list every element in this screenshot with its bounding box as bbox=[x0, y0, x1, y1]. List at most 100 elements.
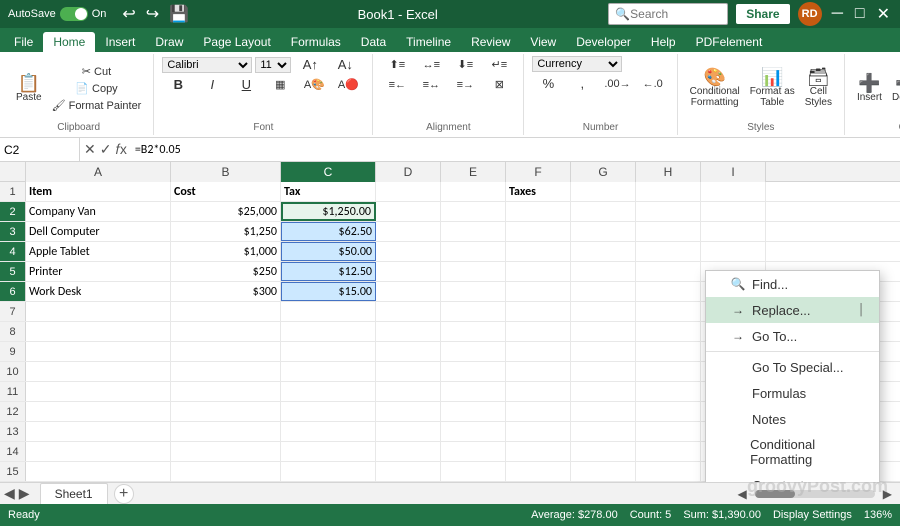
dropdown-item-formulas[interactable]: Formulas bbox=[706, 380, 879, 406]
add-sheet-button[interactable]: + bbox=[114, 484, 134, 504]
cut-button[interactable]: ✂ Cut bbox=[48, 64, 146, 79]
cell-c7[interactable] bbox=[281, 302, 376, 321]
close-button[interactable]: ✕ bbox=[875, 4, 892, 24]
tab-help[interactable]: Help bbox=[641, 32, 686, 52]
cell-b6[interactable]: $300 bbox=[171, 282, 281, 301]
italic-button[interactable]: I bbox=[196, 76, 228, 93]
font-name-select[interactable]: Calibri bbox=[162, 57, 252, 73]
cell-a1[interactable]: Item bbox=[26, 182, 171, 201]
dropdown-item-notes[interactable]: Notes bbox=[706, 406, 879, 432]
number-format-select[interactable]: Currency bbox=[532, 56, 622, 72]
sheet-nav-right[interactable]: ▶ bbox=[19, 485, 30, 502]
name-box[interactable]: C2 bbox=[0, 138, 80, 161]
format-as-table-button[interactable]: 📊 Format asTable bbox=[746, 66, 799, 110]
cell-h3[interactable] bbox=[636, 222, 701, 241]
col-header-d[interactable]: D bbox=[376, 162, 441, 182]
maximize-button[interactable]: □ bbox=[853, 5, 867, 23]
col-header-b[interactable]: B bbox=[171, 162, 281, 182]
cell-h5[interactable] bbox=[636, 262, 701, 281]
tab-insert[interactable]: Insert bbox=[95, 32, 145, 52]
font-color-button[interactable]: A🔴 bbox=[332, 76, 364, 93]
cell-e7[interactable] bbox=[441, 302, 506, 321]
cell-a4[interactable]: Apple Tablet bbox=[26, 242, 171, 261]
search-box[interactable]: 🔍 bbox=[608, 3, 728, 25]
autosave-toggle[interactable]: AutoSave On bbox=[8, 7, 106, 21]
cell-d3[interactable] bbox=[376, 222, 441, 241]
zoom-level[interactable]: 136% bbox=[864, 509, 892, 521]
cell-g6[interactable] bbox=[571, 282, 636, 301]
font-size-select[interactable]: 11 bbox=[255, 57, 291, 73]
fill-color-button[interactable]: A🎨 bbox=[298, 76, 330, 93]
tab-file[interactable]: File bbox=[4, 32, 43, 52]
sheet-tab-sheet1[interactable]: Sheet1 bbox=[40, 483, 108, 504]
cell-i4[interactable] bbox=[701, 242, 766, 261]
font-grow-button[interactable]: A↑ bbox=[294, 56, 326, 73]
dropdown-item-find[interactable]: 🔍 Find... bbox=[706, 271, 879, 297]
align-left-button[interactable]: ≡← bbox=[381, 76, 413, 93]
dropdown-item-constants[interactable]: Constants bbox=[706, 472, 879, 482]
tab-view[interactable]: View bbox=[520, 32, 566, 52]
cell-i3[interactable] bbox=[701, 222, 766, 241]
cell-f4[interactable] bbox=[506, 242, 571, 261]
align-middle-button[interactable]: ↔≡ bbox=[415, 56, 447, 73]
cell-c6[interactable]: $15.00 bbox=[281, 282, 376, 301]
tab-data[interactable]: Data bbox=[351, 32, 396, 52]
insert-button[interactable]: ➕ Insert bbox=[853, 72, 886, 105]
cell-h7[interactable] bbox=[636, 302, 701, 321]
cell-d1[interactable] bbox=[376, 182, 441, 201]
cell-h1[interactable] bbox=[636, 182, 701, 201]
tab-page-layout[interactable]: Page Layout bbox=[193, 32, 280, 52]
cell-e2[interactable] bbox=[441, 202, 506, 221]
cell-f1[interactable]: Taxes bbox=[506, 182, 571, 201]
col-header-i[interactable]: I bbox=[701, 162, 766, 182]
cell-b5[interactable]: $250 bbox=[171, 262, 281, 281]
cell-c4[interactable]: $50.00 bbox=[281, 242, 376, 261]
dropdown-item-conditional-formatting[interactable]: Conditional Formatting bbox=[706, 432, 879, 472]
cell-styles-button[interactable]: 🗃 CellStyles bbox=[801, 66, 836, 110]
share-button[interactable]: Share bbox=[736, 4, 789, 24]
copy-button[interactable]: 📄 Copy bbox=[48, 81, 146, 96]
display-settings[interactable]: Display Settings bbox=[773, 509, 852, 521]
cell-h4[interactable] bbox=[636, 242, 701, 261]
cell-g2[interactable] bbox=[571, 202, 636, 221]
formula-input[interactable] bbox=[131, 143, 900, 157]
cell-e6[interactable] bbox=[441, 282, 506, 301]
cell-a6[interactable]: Work Desk bbox=[26, 282, 171, 301]
cell-g4[interactable] bbox=[571, 242, 636, 261]
cell-f3[interactable] bbox=[506, 222, 571, 241]
cell-c2[interactable]: $1,250.00 bbox=[281, 202, 376, 221]
cell-g5[interactable] bbox=[571, 262, 636, 281]
percent-button[interactable]: % bbox=[532, 75, 564, 92]
cell-i2[interactable] bbox=[701, 202, 766, 221]
cell-a5[interactable]: Printer bbox=[26, 262, 171, 281]
align-center-button[interactable]: ≡↔ bbox=[415, 76, 447, 93]
search-input[interactable] bbox=[630, 7, 720, 21]
tab-pdfelement[interactable]: PDFelement bbox=[686, 32, 773, 52]
align-top-button[interactable]: ⬆≡ bbox=[381, 56, 413, 73]
wrap-text-button[interactable]: ↵≡ bbox=[483, 56, 515, 73]
tab-developer[interactable]: Developer bbox=[566, 32, 641, 52]
cell-b3[interactable]: $1,250 bbox=[171, 222, 281, 241]
cell-d7[interactable] bbox=[376, 302, 441, 321]
cell-f6[interactable] bbox=[506, 282, 571, 301]
bold-button[interactable]: B bbox=[162, 76, 194, 93]
format-painter-button[interactable]: 🖌 Format Painter bbox=[48, 98, 146, 113]
col-header-g[interactable]: G bbox=[571, 162, 636, 182]
save-button[interactable]: 💾 bbox=[167, 4, 191, 24]
dropdown-item-goto-special[interactable]: Go To Special... bbox=[706, 354, 879, 380]
cell-b2[interactable]: $25,000 bbox=[171, 202, 281, 221]
redo-button[interactable]: ↪ bbox=[144, 4, 161, 24]
delete-button[interactable]: ➖ Delete bbox=[888, 72, 900, 105]
tab-timeline[interactable]: Timeline bbox=[396, 32, 461, 52]
insert-function-icon[interactable]: 𝑓x bbox=[115, 141, 126, 158]
align-bottom-button[interactable]: ⬇≡ bbox=[449, 56, 481, 73]
dropdown-item-goto[interactable]: → Go To... bbox=[706, 323, 879, 349]
font-shrink-button[interactable]: A↓ bbox=[329, 56, 361, 73]
cell-a7[interactable] bbox=[26, 302, 171, 321]
cell-b7[interactable] bbox=[171, 302, 281, 321]
sheet-nav-left[interactable]: ◀ bbox=[4, 485, 15, 502]
cell-i1[interactable] bbox=[701, 182, 766, 201]
cell-b4[interactable]: $1,000 bbox=[171, 242, 281, 261]
cell-e1[interactable] bbox=[441, 182, 506, 201]
cell-d2[interactable] bbox=[376, 202, 441, 221]
